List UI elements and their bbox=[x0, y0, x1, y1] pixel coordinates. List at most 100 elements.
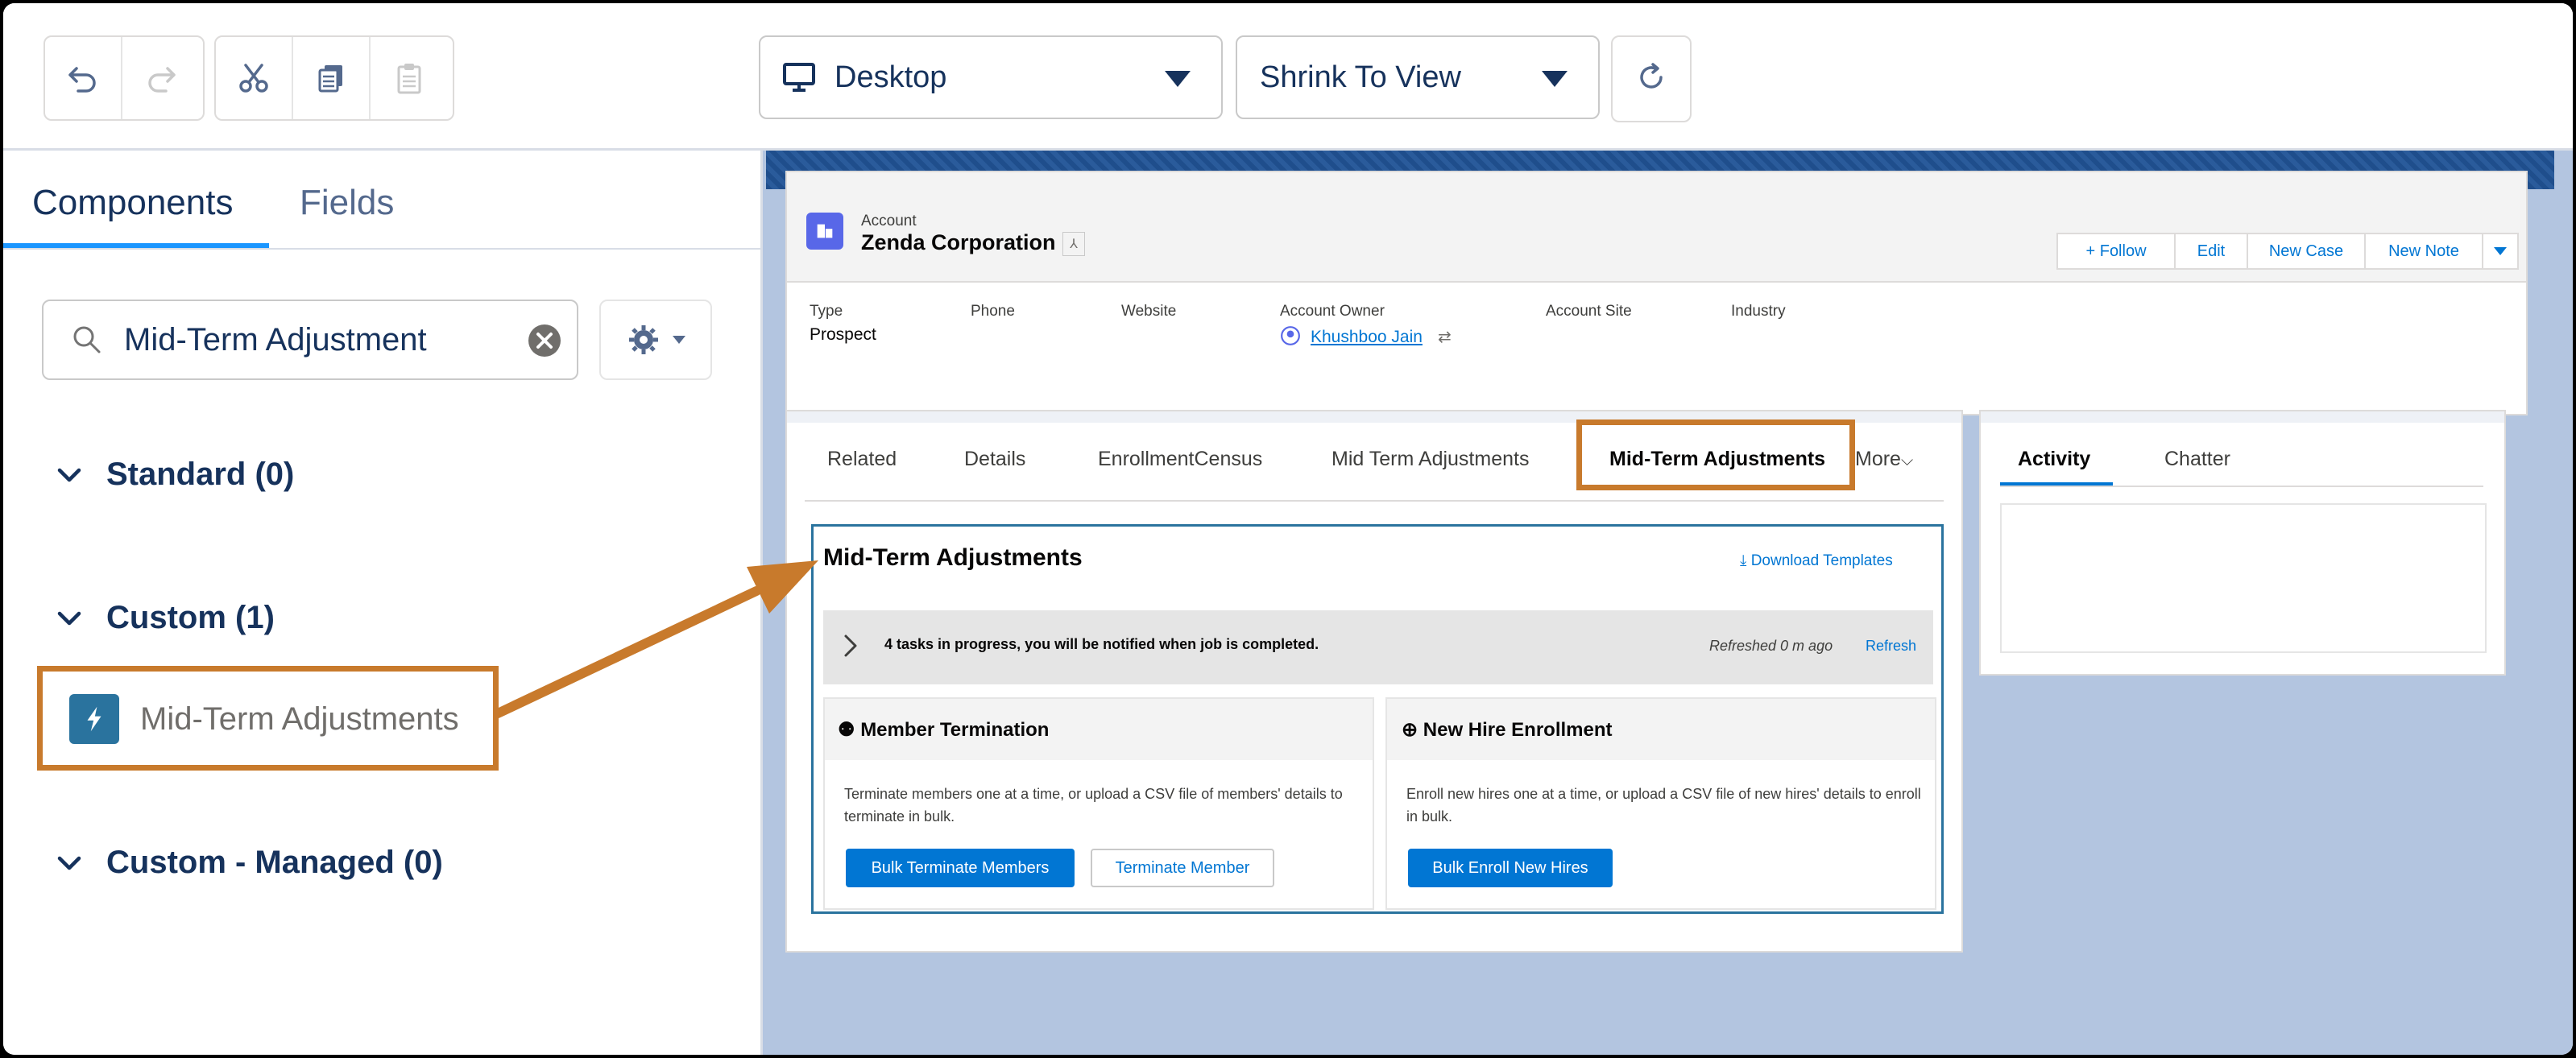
section-custom-label: Custom (1) bbox=[106, 600, 275, 635]
terminate-member-button[interactable]: Terminate Member bbox=[1091, 849, 1274, 887]
follow-button[interactable]: + Follow bbox=[2056, 233, 2176, 270]
refresh-icon bbox=[1640, 63, 1663, 89]
section-standard[interactable]: Standard (0) bbox=[53, 457, 294, 493]
app-window: Desktop Shrink To View Components Fields… bbox=[3, 3, 2573, 1055]
view-mode-value: Shrink To View bbox=[1260, 60, 1461, 94]
activity-tab-divider bbox=[2000, 486, 2483, 487]
new-hire-enrollment-card: ⊕ New Hire Enrollment Enroll new hires o… bbox=[1385, 697, 1936, 910]
chevron-down-icon bbox=[673, 336, 685, 344]
main-tabset-card: Related Details EnrollmentCensus Mid Ter… bbox=[785, 410, 1963, 953]
member-termination-title-text: Member Termination bbox=[860, 719, 1050, 741]
tab-components[interactable]: Components bbox=[32, 183, 233, 223]
tab-chatter[interactable]: Chatter bbox=[2164, 448, 2230, 471]
activity-content bbox=[2000, 503, 2487, 653]
refresh-button-inner bbox=[1613, 37, 1690, 118]
bulk-enroll-new-hires-button[interactable]: Bulk Enroll New Hires bbox=[1408, 849, 1613, 887]
section-custom[interactable]: Custom (1) bbox=[53, 600, 275, 636]
section-custom-managed[interactable]: Custom - Managed (0) bbox=[53, 845, 443, 881]
builder-toolbar: Desktop Shrink To View bbox=[3, 3, 2573, 151]
chevron-down-icon bbox=[2494, 247, 2507, 255]
new-note-button[interactable]: New Note bbox=[2364, 233, 2483, 270]
record-name: Zenda Corporation bbox=[861, 230, 1056, 254]
view-mode-select[interactable]: Shrink To View bbox=[1236, 35, 1600, 119]
page-canvas: Account Zenda Corporation ⅄ + Follow Edi… bbox=[763, 151, 2573, 1055]
redo-button[interactable] bbox=[122, 37, 200, 119]
new-hire-description: Enroll new hires one at a time, or uploa… bbox=[1406, 786, 1921, 824]
device-select-value: Desktop bbox=[835, 60, 947, 94]
chevron-down-icon bbox=[1542, 71, 1568, 87]
refresh-link[interactable]: Refresh bbox=[1866, 638, 1916, 655]
section-custom-managed-label: Custom - Managed (0) bbox=[106, 845, 443, 880]
clipboard-icon bbox=[397, 64, 421, 94]
refreshed-timestamp: Refreshed 0 m ago bbox=[1709, 638, 1833, 654]
field-label-industry: Industry bbox=[1731, 303, 1786, 320]
activity-top-strip bbox=[1981, 411, 2504, 423]
record-header[interactable]: Account Zenda Corporation ⅄ + Follow Edi… bbox=[785, 171, 2528, 415]
tab-enrollment-census[interactable]: EnrollmentCensus bbox=[1098, 448, 1262, 471]
record-object-label: Account bbox=[861, 213, 917, 229]
settings-menu-button[interactable] bbox=[599, 300, 712, 380]
member-termination-title: ⚉ Member Termination bbox=[838, 718, 1049, 742]
member-termination-description: Terminate members one at a time, or uplo… bbox=[844, 786, 1343, 824]
field-label-phone: Phone bbox=[971, 303, 1015, 320]
mid-term-adjustments-component: Mid-Term Adjustments ⤓ Download Template… bbox=[811, 524, 1944, 914]
field-label-type: Type bbox=[810, 303, 843, 320]
edit-button[interactable]: Edit bbox=[2174, 233, 2248, 270]
clear-icon[interactable] bbox=[527, 323, 562, 358]
activity-panel: Activity Chatter bbox=[1979, 410, 2506, 676]
new-case-button[interactable]: New Case bbox=[2247, 233, 2366, 270]
plus-circle-icon: ⊕ bbox=[1402, 719, 1423, 741]
undo-button[interactable] bbox=[45, 37, 122, 119]
search-icon bbox=[73, 326, 101, 353]
field-value-type: Prospect bbox=[810, 325, 876, 344]
more-actions-button[interactable] bbox=[2482, 233, 2519, 270]
download-icon: ⤓ bbox=[1740, 552, 1751, 569]
component-title: Mid-Term Adjustments bbox=[823, 544, 1083, 571]
tab-mid-term-adjustments[interactable]: Mid Term Adjustments bbox=[1331, 448, 1529, 471]
tab-bar-divider bbox=[805, 500, 1944, 502]
field-label-account-site: Account Site bbox=[1546, 303, 1632, 320]
field-label-website: Website bbox=[1121, 303, 1177, 320]
tab-related[interactable]: Related bbox=[827, 448, 897, 471]
chevron-down-icon bbox=[57, 856, 81, 870]
tab-more-label: More bbox=[1855, 448, 1901, 470]
field-value-account-owner[interactable]: Khushboo Jain bbox=[1311, 328, 1423, 347]
user-avatar-icon bbox=[1281, 326, 1300, 345]
tab-highlight-box bbox=[1576, 419, 1855, 490]
search-input-value: Mid-Term Adjustment bbox=[124, 322, 427, 357]
chevron-down-icon bbox=[57, 468, 81, 481]
undo-redo-group bbox=[43, 35, 205, 121]
tab-details[interactable]: Details bbox=[964, 448, 1025, 471]
chevron-right-icon[interactable] bbox=[843, 633, 859, 659]
account-icon bbox=[806, 213, 843, 250]
gear-icon bbox=[629, 325, 658, 354]
copy-icon bbox=[318, 65, 342, 93]
tab-more[interactable]: More⌵ bbox=[1855, 448, 1913, 471]
chevron-down-icon bbox=[57, 611, 81, 625]
progress-banner: 4 tasks in progress, you will be notifie… bbox=[823, 610, 1933, 684]
bulk-terminate-members-button[interactable]: Bulk Terminate Members bbox=[846, 849, 1075, 887]
refresh-button[interactable] bbox=[1611, 35, 1692, 122]
field-label-account-owner: Account Owner bbox=[1280, 303, 1385, 320]
member-termination-card: ⚉ Member Termination Terminate members o… bbox=[823, 697, 1374, 910]
download-templates-label: Download Templates bbox=[1750, 552, 1893, 569]
undo-icon bbox=[68, 67, 96, 93]
tab-activity[interactable]: Activity bbox=[2018, 448, 2090, 471]
new-hire-title: ⊕ New Hire Enrollment bbox=[1402, 718, 1613, 742]
new-hire-title-text: New Hire Enrollment bbox=[1423, 719, 1613, 741]
clipboard-group bbox=[214, 35, 454, 121]
paste-button[interactable] bbox=[371, 37, 448, 119]
person-remove-icon: ⚉ bbox=[838, 719, 861, 741]
change-owner-icon[interactable]: ⇄ bbox=[1438, 327, 1452, 347]
hierarchy-icon[interactable]: ⅄ bbox=[1062, 232, 1085, 256]
cut-button[interactable] bbox=[216, 37, 293, 119]
tab-fields[interactable]: Fields bbox=[300, 183, 394, 223]
device-select[interactable]: Desktop bbox=[759, 35, 1223, 119]
download-templates-link[interactable]: ⤓ Download Templates bbox=[1740, 552, 1893, 570]
scissors-icon bbox=[239, 64, 268, 93]
progress-message: 4 tasks in progress, you will be notifie… bbox=[884, 636, 1319, 652]
copy-button[interactable] bbox=[293, 37, 371, 119]
desktop-icon bbox=[783, 63, 815, 92]
search-input[interactable]: Mid-Term Adjustment bbox=[42, 300, 578, 380]
component-highlight-box bbox=[37, 666, 499, 771]
